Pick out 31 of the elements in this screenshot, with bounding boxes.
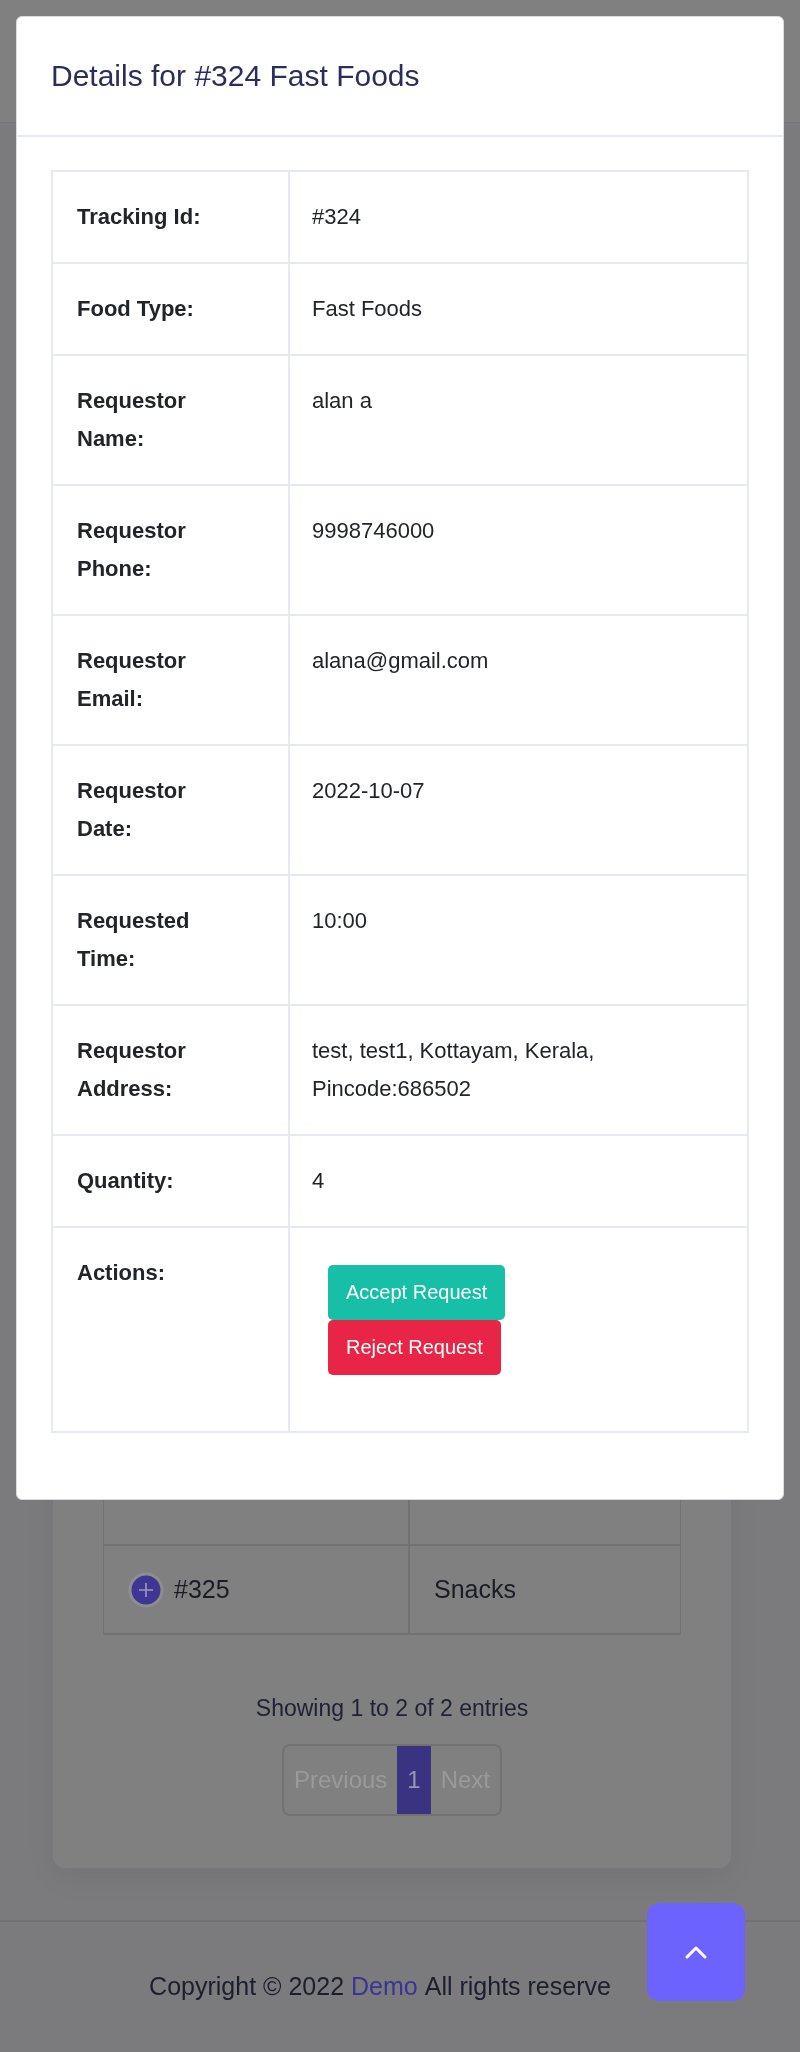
field-value: alan a bbox=[312, 388, 372, 413]
table-cell: #325 bbox=[174, 1575, 230, 1604]
table-cell: Snacks bbox=[434, 1575, 516, 1604]
accept-button[interactable]: Accept Request bbox=[328, 1265, 506, 1320]
field-value: Fast Foods bbox=[312, 296, 423, 321]
field-label: Food Type: bbox=[53, 264, 290, 354]
field-value: 10:00 bbox=[312, 908, 368, 933]
reject-button[interactable]: Reject Request bbox=[328, 1320, 501, 1375]
field-label: Requested Time: bbox=[53, 876, 290, 1004]
field-label: Actions: bbox=[53, 1228, 290, 1431]
field-value: #324 bbox=[312, 204, 361, 229]
field-label: Tracking Id: bbox=[53, 172, 290, 262]
expand-icon[interactable] bbox=[128, 1571, 164, 1608]
chevron-up-icon bbox=[685, 1945, 707, 1959]
field-label: Requestor Address: bbox=[53, 1006, 290, 1134]
field-value: 2022-10-07 bbox=[312, 778, 425, 803]
field-label: Requestor Email: bbox=[53, 616, 290, 744]
demo-link[interactable]: Demo bbox=[351, 1972, 418, 2001]
field-label: Quantity: bbox=[53, 1136, 290, 1226]
field-value: alana@gmail.com bbox=[312, 648, 489, 673]
page-link[interactable]: 1 bbox=[397, 1746, 431, 1814]
field-label: Requestor Phone: bbox=[53, 486, 290, 614]
field-value: test, test1, Kottayam, Kerala, Pincode:686502 bbox=[312, 1038, 595, 1101]
modal-title: Details for #324 Fast Foods bbox=[51, 59, 420, 93]
field-label: Requestor Name: bbox=[53, 356, 290, 484]
field-value: 9998746000 bbox=[312, 518, 435, 543]
field-value: 4 bbox=[312, 1168, 325, 1193]
copyright-label: Copyright © 2022 bbox=[149, 1972, 345, 2001]
entries-info: Showing 1 to 2 of 2 entries bbox=[254, 1695, 530, 1722]
rights-label: All rights reserve bbox=[424, 1972, 611, 2001]
field-label: Requestor Date: bbox=[53, 746, 290, 874]
